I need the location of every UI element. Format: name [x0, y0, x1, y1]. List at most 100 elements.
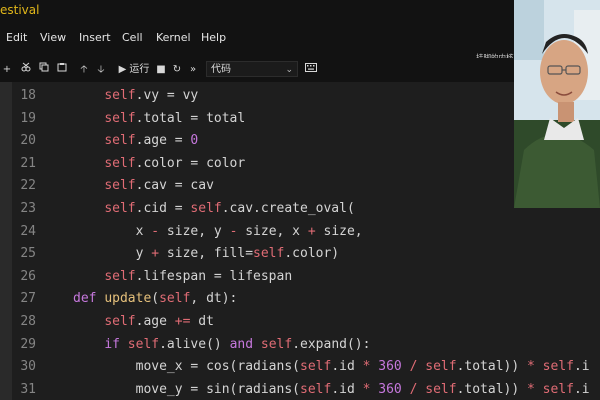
code-token: self	[425, 359, 457, 375]
menu-cell[interactable]: Cell	[122, 31, 143, 44]
code-line[interactable]: self.color = color	[104, 156, 245, 171]
code-line[interactable]: self.vy = vy	[104, 88, 198, 103]
run-button[interactable]: ▶ 运行	[117, 62, 151, 78]
line-number: 25	[20, 246, 36, 262]
code-token: +	[307, 223, 316, 239]
code-line[interactable]: self.cav = cav	[104, 178, 214, 193]
code-token: self	[104, 314, 136, 329]
code-line[interactable]: def update(self, dt):	[73, 291, 237, 306]
cut-icon[interactable]	[20, 62, 32, 78]
line-number-gutter: 18 19 20 21 22 23 24 25 26 27 28 29 30 31	[12, 82, 42, 400]
code-token: .id	[331, 359, 363, 375]
code-token: self	[104, 155, 136, 171]
menu-insert[interactable]: Insert	[79, 31, 111, 44]
line-number: 27	[20, 291, 36, 307]
menu-edit[interactable]: Edit	[6, 31, 27, 44]
code-token: .cav.create_oval(	[221, 201, 355, 216]
line-number: 29	[20, 336, 36, 352]
code-token: self	[542, 359, 574, 375]
code-line[interactable]: self.lifespan = lifespan	[104, 269, 292, 284]
stop-icon[interactable]: ■	[156, 62, 166, 78]
code-token: .i	[573, 381, 590, 397]
line-number: 31	[20, 381, 36, 397]
code-token: +=	[174, 314, 191, 329]
fast-forward-icon[interactable]: »	[187, 62, 199, 78]
line-number: 23	[20, 201, 36, 216]
code-line[interactable]: self.age = 0	[104, 133, 198, 148]
code-token: 360	[378, 381, 402, 397]
line-number: 19	[20, 110, 36, 126]
code-token: .total))	[456, 381, 528, 397]
code-line[interactable]: self.age += dt	[104, 314, 214, 329]
add-cell-icon[interactable]: +	[2, 62, 12, 78]
move-down-icon[interactable]: 🡣	[95, 62, 107, 78]
code-token: self	[104, 178, 136, 194]
line-number: 26	[20, 268, 36, 284]
code-token: .color)	[284, 246, 340, 262]
code-token: , dt):	[190, 291, 238, 307]
toolbar: + 🡡 🡣 ▶ 运行 ■ ↻ » 代码 ⌄	[0, 58, 514, 83]
line-number: 30	[20, 359, 36, 375]
menu-bar: Edit View Insert Cell Kernel Help 挂脚的内核 …	[0, 22, 514, 77]
code-token: .total = total	[135, 110, 246, 126]
paste-icon[interactable]	[56, 62, 68, 78]
code-token: *	[527, 381, 535, 397]
line-number: 24	[20, 223, 36, 239]
code-token: and	[229, 336, 254, 352]
code-token: self	[127, 336, 160, 352]
code-token: .cav = cav	[135, 178, 214, 194]
code-token: self	[104, 201, 136, 216]
code-token: .vy = vy	[135, 88, 199, 103]
menu-help[interactable]: Help	[201, 31, 226, 44]
menu-view[interactable]: View	[40, 31, 66, 44]
code-line[interactable]: y + size, fill=self.color)	[136, 246, 340, 261]
code-token: move_x = cos(radians(	[135, 359, 300, 375]
code-token: self	[104, 88, 136, 103]
code-token: if	[104, 336, 120, 352]
code-token: +	[151, 246, 160, 262]
menu-kernel[interactable]: Kernel	[156, 31, 191, 44]
code-token: .cid =	[135, 201, 191, 216]
code-token: self	[300, 381, 332, 397]
code-line[interactable]: move_x = cos(radians(self.id * 360 / sel…	[136, 359, 590, 374]
code-token: self	[104, 110, 136, 126]
code-token: self	[104, 133, 136, 149]
code-line[interactable]: if self.alive() and self.expand():	[104, 337, 370, 352]
copy-icon[interactable]	[38, 62, 50, 78]
code-token: update	[104, 291, 152, 307]
restart-icon[interactable]: ↻	[171, 62, 183, 78]
code-line[interactable]: move_y = sin(radians(self.id * 360 / sel…	[136, 382, 590, 397]
code-token: .age =	[135, 133, 191, 149]
move-up-icon[interactable]: 🡡	[78, 62, 90, 78]
keyboard-icon[interactable]	[304, 62, 318, 78]
window-title: estival	[0, 3, 40, 17]
cell-type-select[interactable]: 代码 ⌄	[206, 61, 298, 77]
code-token: .total))	[456, 359, 528, 375]
code-token: .age	[135, 314, 175, 329]
code-token: dt	[190, 314, 214, 329]
code-editor[interactable]: 18 19 20 21 22 23 24 25 26 27 28 29 30 31 self.vy = v…	[0, 82, 600, 400]
code-token: self	[253, 246, 285, 262]
cell-type-value: 代码	[211, 64, 231, 75]
code-token: .alive()	[159, 336, 230, 352]
presenter-video-image	[514, 0, 600, 208]
code-token: y	[135, 246, 152, 262]
gutter-band	[0, 82, 12, 400]
code-line[interactable]: x - size, y - size, x + size,	[136, 224, 363, 239]
code-token: self	[190, 201, 222, 216]
code-token: self	[425, 381, 457, 397]
code-token: .expand():	[292, 336, 371, 352]
code-token: *	[527, 359, 535, 375]
code-token: .lifespan = lifespan	[135, 268, 293, 284]
chevron-down-icon: ⌄	[285, 65, 293, 75]
code-line[interactable]: self.cid = self.cav.create_oval(	[104, 201, 354, 216]
code-token: -	[151, 223, 160, 239]
line-number: 28	[20, 314, 36, 329]
code-line[interactable]: self.total = total	[104, 111, 245, 126]
code-token: self	[542, 381, 574, 397]
